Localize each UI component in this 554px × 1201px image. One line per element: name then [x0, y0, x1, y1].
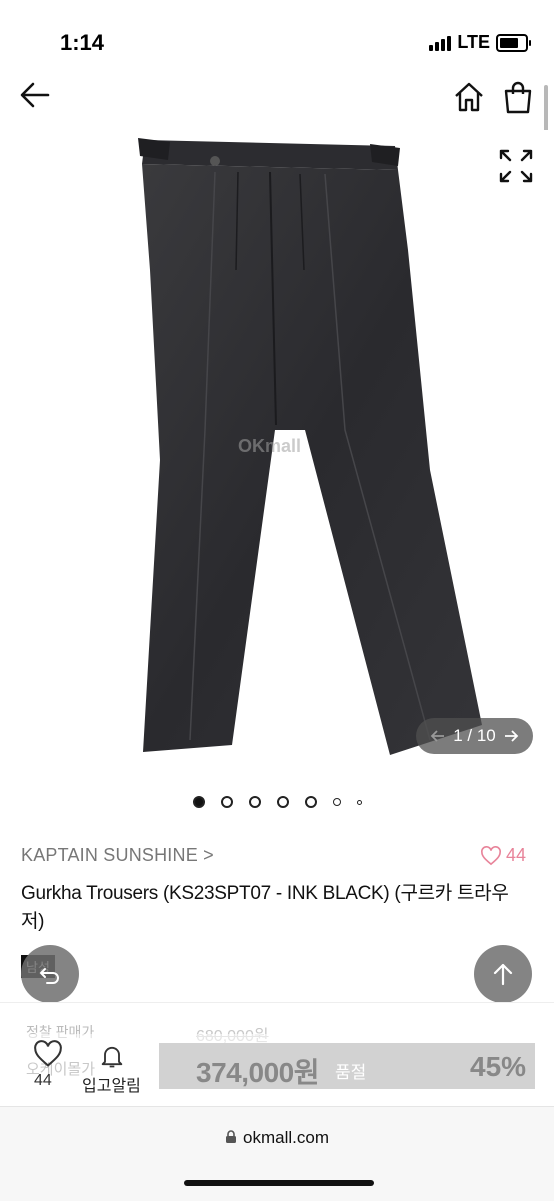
- brand-link[interactable]: KAPTAIN SUNSHINE >: [21, 845, 214, 866]
- battery-icon: [496, 33, 531, 52]
- like-button[interactable]: 44: [480, 845, 526, 866]
- expand-icon: [499, 149, 533, 183]
- image-counter-text: 1 / 10: [453, 726, 496, 745]
- back-button[interactable]: [18, 78, 52, 117]
- gallery-dot[interactable]: [276, 796, 289, 808]
- url-text[interactable]: okmall.com: [0, 1128, 554, 1148]
- like-count: 44: [505, 845, 526, 865]
- heart-icon: [481, 845, 501, 865]
- gallery-dot[interactable]: [192, 796, 205, 808]
- wishlist-button[interactable]: [30, 1040, 66, 1073]
- fullscreen-button[interactable]: [498, 148, 534, 189]
- trousers-image: [138, 138, 482, 755]
- gallery-pagination: [0, 796, 554, 808]
- url-label: okmall.com: [243, 1128, 329, 1147]
- cart-button[interactable]: [502, 80, 534, 119]
- home-icon: [455, 82, 483, 112]
- prev-image-icon[interactable]: [430, 728, 446, 744]
- discount-rate: 45%: [470, 1051, 527, 1082]
- sale-price: 374,000원: [196, 1057, 319, 1088]
- page-scrollbar[interactable]: [544, 85, 548, 133]
- heart-outline-icon: [34, 1040, 62, 1067]
- bell-icon: [101, 1046, 123, 1068]
- next-image-icon[interactable]: [503, 728, 519, 744]
- gallery-dot[interactable]: [356, 799, 362, 805]
- wishlist-count: 44: [34, 1072, 52, 1089]
- home-button[interactable]: [452, 80, 486, 119]
- scroll-top-button[interactable]: [474, 945, 532, 1003]
- gallery-dot[interactable]: [220, 796, 233, 808]
- gallery-dot[interactable]: [304, 796, 317, 808]
- gallery-dot[interactable]: [248, 796, 261, 808]
- gallery-dot[interactable]: [332, 798, 341, 806]
- arrow-left-icon: [20, 82, 50, 108]
- undo-button[interactable]: [21, 945, 79, 1003]
- product-title: Gurkha Trousers (KS23SPT07 - INK BLACK) …: [21, 883, 509, 932]
- home-indicator[interactable]: [184, 1180, 374, 1186]
- undo-icon: [39, 968, 59, 984]
- soldout-label: 품절: [335, 1063, 367, 1082]
- network-label: LTE: [457, 32, 490, 52]
- image-watermark: OKmall: [238, 436, 302, 456]
- status-indicators: LTE: [429, 32, 531, 53]
- arrow-up-icon: [493, 963, 513, 986]
- restock-alarm-button[interactable]: [82, 1042, 142, 1075]
- product-image[interactable]: [0, 130, 554, 810]
- image-counter[interactable]: 1 / 10: [416, 718, 533, 754]
- signal-icon: [429, 35, 452, 51]
- lock-icon: [226, 1130, 237, 1143]
- restock-alarm-label: 입고알림: [82, 1078, 141, 1095]
- browser-url-bar[interactable]: [0, 1106, 554, 1201]
- shopping-bag-icon: [504, 81, 532, 114]
- status-time: 1:14: [60, 30, 105, 55]
- section-divider: [0, 1002, 554, 1003]
